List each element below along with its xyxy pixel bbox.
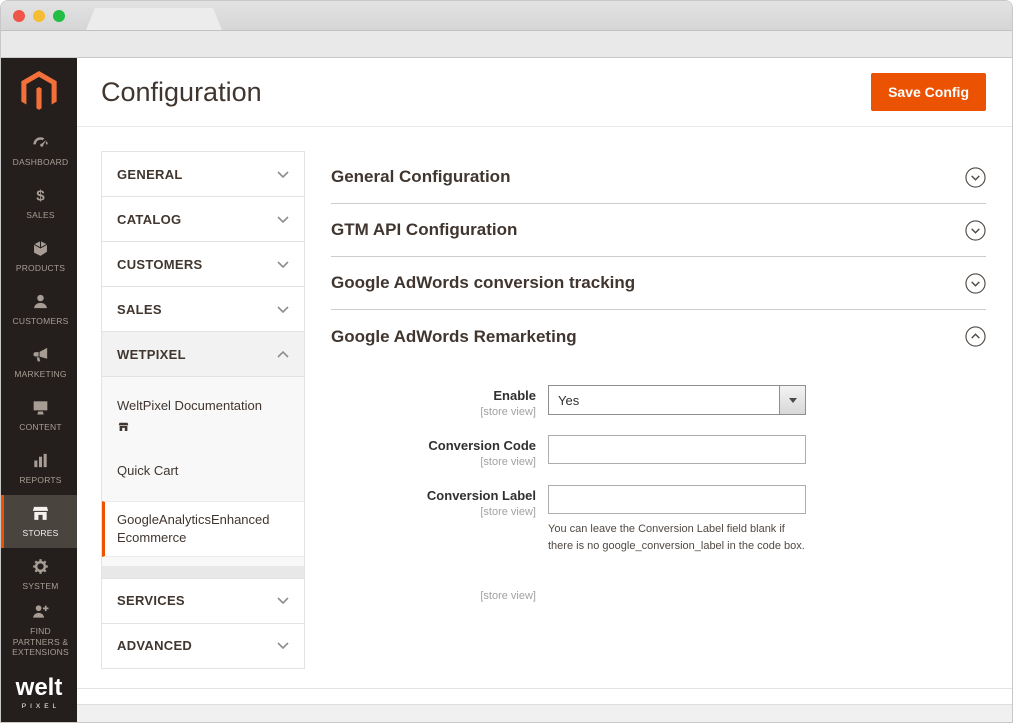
field-row-extra-scope: [store view] xyxy=(331,584,986,602)
config-nav-section-sales[interactable]: SALES xyxy=(102,287,304,332)
scope-label: [store view] xyxy=(331,456,536,468)
sidebar-item-customers[interactable]: CUSTOMERS xyxy=(1,283,77,336)
store-icon xyxy=(117,420,289,438)
section-general-configuration[interactable]: General Configuration xyxy=(331,151,986,204)
browser-tab[interactable] xyxy=(86,8,222,30)
sidebar-item-content[interactable]: CONTENT xyxy=(1,389,77,442)
section-google-adwords-conversion-tracking[interactable]: Google AdWords conversion tracking xyxy=(331,257,986,310)
chevron-circle-down-icon xyxy=(965,220,986,241)
save-config-button[interactable]: Save Config xyxy=(871,73,986,111)
section-gtm-api-configuration[interactable]: GTM API Configuration xyxy=(331,204,986,257)
admin-sidebar: DASHBOARD $ SALES PRODUCTS xyxy=(1,58,77,722)
close-window-button[interactable] xyxy=(13,10,25,22)
marketing-icon xyxy=(31,345,50,364)
chevron-down-icon xyxy=(277,597,289,604)
sales-icon: $ xyxy=(31,186,50,205)
section-google-adwords-remarketing[interactable]: Google AdWords Remarketing xyxy=(331,310,986,363)
sidebar-item-system[interactable]: SYSTEM xyxy=(1,548,77,601)
chevron-down-icon xyxy=(277,261,289,268)
content-icon xyxy=(31,398,50,417)
browser-window: DASHBOARD $ SALES PRODUCTS xyxy=(0,0,1013,723)
config-nav-item-googleanalytics-enhanced-ecommerce[interactable]: GoogleAnalyticsEnhanced Ecommerce xyxy=(102,501,304,557)
sidebar-item-stores[interactable]: STORES xyxy=(1,495,77,548)
minimize-window-button[interactable] xyxy=(33,10,45,22)
customers-icon xyxy=(31,292,50,311)
config-nav-section-catalog[interactable]: CATALOG xyxy=(102,197,304,242)
config-nav-section-wetpixel[interactable]: WETPIXEL xyxy=(102,332,304,377)
chevron-up-icon xyxy=(277,351,289,358)
field-label-conversion-label: Conversion Label [store view] xyxy=(331,485,536,554)
chevron-down-icon xyxy=(277,216,289,223)
config-nav-item-quick-cart[interactable]: Quick Cart xyxy=(102,462,304,480)
scope-label: [store view] xyxy=(331,590,536,602)
page-header: Configuration Save Config xyxy=(77,58,1012,127)
browser-toolbar xyxy=(1,31,1012,58)
browser-titlebar xyxy=(1,1,1012,31)
config-nav-section-services[interactable]: SERVICES xyxy=(102,579,304,624)
chevron-down-icon xyxy=(277,306,289,313)
products-icon xyxy=(31,239,50,258)
sidebar-item-sales[interactable]: $ SALES xyxy=(1,177,77,230)
weltpixel-logo: welt PIXEL xyxy=(1,668,77,722)
remarketing-form: Enable [store view] Yes xyxy=(331,363,986,602)
system-icon xyxy=(31,557,50,576)
sidebar-item-reports[interactable]: REPORTS xyxy=(1,442,77,495)
field-label-enable: Enable [store view] xyxy=(331,385,536,418)
chevron-circle-down-icon xyxy=(965,167,986,188)
scope-label: [store view] xyxy=(331,506,536,518)
zoom-window-button[interactable] xyxy=(53,10,65,22)
svg-text:$: $ xyxy=(36,188,45,205)
main-area: Configuration Save Config GENERAL CATALO… xyxy=(77,58,1012,722)
config-nav-section-advanced[interactable]: ADVANCED xyxy=(102,624,304,669)
sidebar-item-dashboard[interactable]: DASHBOARD xyxy=(1,124,77,177)
sidebar-item-products[interactable]: PRODUCTS xyxy=(1,230,77,283)
field-row-enable: Enable [store view] Yes xyxy=(331,385,986,418)
stores-icon xyxy=(31,504,50,523)
chevron-circle-down-icon xyxy=(965,273,986,294)
find-partners-icon xyxy=(31,602,50,621)
reports-icon xyxy=(31,451,50,470)
scope-label: [store view] xyxy=(331,406,536,418)
magento-logo-icon xyxy=(21,71,57,111)
wetpixel-subpanel: WeltPixel Documentation Quick Cart xyxy=(102,377,304,579)
field-label-conversion-code: Conversion Code [store view] xyxy=(331,435,536,468)
magento-logo[interactable] xyxy=(1,58,77,124)
dashboard-icon xyxy=(31,133,50,152)
footer-bar xyxy=(77,704,1012,722)
field-row-conversion-code: Conversion Code [store view] xyxy=(331,435,986,468)
conversion-code-input[interactable] xyxy=(548,435,806,464)
field-row-conversion-label: Conversion Label [store view] You can le… xyxy=(331,485,986,554)
chevron-circle-up-icon xyxy=(965,326,986,347)
config-nav-section-customers[interactable]: CUSTOMERS xyxy=(102,242,304,287)
page-title: Configuration xyxy=(101,77,262,108)
footer-divider xyxy=(77,688,1012,704)
conversion-label-input[interactable] xyxy=(548,485,806,514)
conversion-label-note: You can leave the Conversion Label field… xyxy=(548,521,808,554)
enable-select-value: Yes xyxy=(558,393,579,408)
window-controls xyxy=(13,10,65,22)
sidebar-item-find-partners[interactable]: FIND PARTNERS & EXTENSIONS xyxy=(1,601,77,659)
enable-select[interactable]: Yes xyxy=(548,385,806,415)
config-nav-section-general[interactable]: GENERAL xyxy=(102,152,304,197)
select-arrow-icon[interactable] xyxy=(779,386,805,414)
config-nav: GENERAL CATALOG CUSTOMERS xyxy=(101,151,305,669)
admin-app: DASHBOARD $ SALES PRODUCTS xyxy=(1,58,1012,722)
sidebar-item-marketing[interactable]: MARKETING xyxy=(1,336,77,389)
config-content: GENERAL CATALOG CUSTOMERS xyxy=(77,127,1012,688)
chevron-down-icon xyxy=(277,171,289,178)
config-form-area: General Configuration GTM API Configurat… xyxy=(331,151,988,688)
chevron-down-icon xyxy=(277,642,289,649)
subpanel-bottom-strip xyxy=(102,566,304,578)
config-nav-item-weltpixel-documentation[interactable]: WeltPixel Documentation xyxy=(102,397,304,438)
